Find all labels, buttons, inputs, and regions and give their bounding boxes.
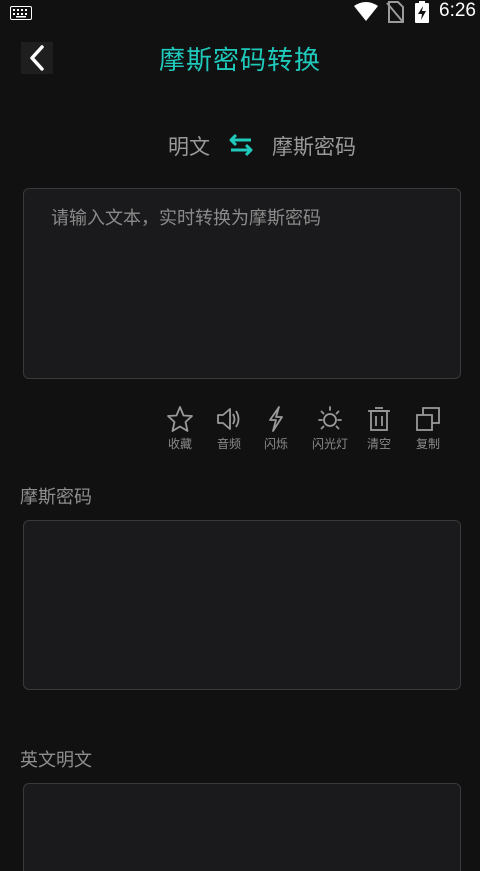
battery-charging-icon: [414, 1, 430, 27]
audio-label: 音频: [216, 437, 241, 451]
flashlight-button[interactable]: 闪光灯: [310, 405, 350, 452]
target-mode-label[interactable]: 摩斯密码: [272, 131, 356, 161]
lightning-icon: [269, 406, 283, 432]
tool-bar: 收藏 音频 闪烁 闪光灯 清空 复制: [0, 405, 480, 457]
copy-label: 复制: [415, 437, 440, 451]
morse-output-text: [24, 521, 460, 549]
wifi-icon: [354, 2, 378, 26]
speaker-icon: [217, 408, 240, 430]
flashlight-label: 闪光灯: [311, 437, 348, 451]
flicker-label: 闪烁: [263, 437, 288, 451]
clear-label: 清空: [366, 437, 391, 451]
no-sim-icon: [386, 1, 404, 27]
swap-button[interactable]: [226, 132, 256, 158]
input-box: [23, 188, 461, 379]
copy-icon: [416, 407, 440, 431]
keyboard-icon: [10, 5, 32, 24]
copy-button[interactable]: 复制: [408, 405, 448, 452]
english-output-box[interactable]: [23, 783, 461, 871]
english-output-label: 英文明文: [20, 750, 92, 771]
status-bar: 6:26: [0, 0, 480, 24]
sun-icon: [318, 406, 342, 430]
favorite-button[interactable]: 收藏: [160, 405, 200, 452]
morse-output-box[interactable]: [23, 520, 461, 690]
swap-arrows-icon: [229, 133, 253, 157]
trash-icon: [368, 407, 390, 431]
clear-button[interactable]: 清空: [359, 405, 399, 452]
status-time: 6:26: [439, 0, 476, 21]
favorite-label: 收藏: [167, 437, 192, 451]
morse-output-label: 摩斯密码: [20, 487, 92, 508]
page-title: 摩斯密码转换: [158, 46, 321, 76]
app-header: 摩斯密码转换: [0, 30, 480, 86]
english-output-text: [24, 784, 460, 812]
flicker-button[interactable]: 闪烁: [256, 405, 296, 452]
audio-button[interactable]: 音频: [209, 405, 249, 452]
star-icon: [167, 406, 193, 432]
text-input[interactable]: [24, 189, 460, 378]
source-mode-label[interactable]: 明文: [168, 131, 210, 161]
mode-switch: 明文 摩斯密码: [0, 128, 480, 162]
